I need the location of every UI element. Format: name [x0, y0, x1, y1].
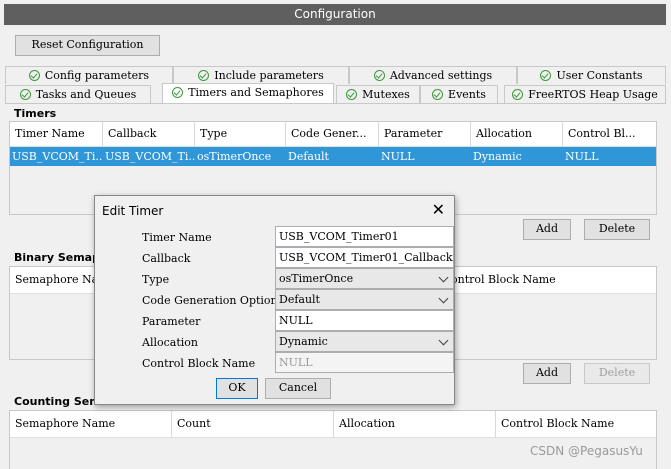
timers-group-title: Timers [14, 107, 57, 120]
col-code-generation: Code Gener... [286, 122, 379, 146]
check-circle-icon [346, 89, 358, 100]
title-bar: Configuration [0, 0, 671, 29]
tab-timers-and-semaphores[interactable]: Timers and Semaphores [162, 83, 334, 104]
tab-config-parameters[interactable]: Config parameters [5, 66, 173, 84]
window-title: Configuration [4, 4, 666, 25]
col-semaphore-name: Semaphore Name [10, 411, 172, 437]
check-circle-icon [28, 70, 40, 81]
col-semaphore-name: Semaphore Nam [15, 273, 95, 286]
binary-semaphores-group-title: Binary Semaphores [14, 251, 104, 264]
cell-timer-name: USB_VCOM_Ti... [12, 150, 103, 163]
watermark: CSDN @PegasusYu [530, 444, 643, 458]
cell-code-generation: Default [288, 150, 329, 163]
chevron-down-icon [438, 272, 449, 283]
label-code-generation-option: Code Generation Option [142, 294, 278, 307]
label-type: Type [142, 273, 170, 286]
chevron-down-icon [438, 293, 449, 304]
binary-semaphores-add-button[interactable]: Add [523, 363, 571, 384]
type-select[interactable]: osTimerOnce [275, 268, 454, 289]
timers-table-header: Timer Name Callback Type Code Gener... P… [10, 122, 656, 147]
col-allocation: Allocation [471, 122, 563, 146]
col-callback: Callback [103, 122, 195, 146]
chevron-down-icon [438, 335, 449, 346]
label-callback: Callback [142, 252, 191, 265]
check-circle-icon [172, 87, 184, 98]
counting-semaphores-header: Semaphore Name Count Allocation Control … [10, 411, 656, 438]
cell-callback: USB_VCOM_Ti... [105, 150, 195, 163]
timers-add-button[interactable]: Add [523, 219, 571, 240]
timer-name-input[interactable]: USB_VCOM_Timer01 [275, 226, 454, 247]
allocation-select[interactable]: Dynamic [275, 331, 454, 352]
col-control-block-name: Control Block Name [501, 417, 615, 430]
check-circle-icon [512, 89, 524, 100]
type-select-value: osTimerOnce [279, 272, 354, 285]
callback-input[interactable]: USB_VCOM_Timer01_Callback01 [275, 247, 454, 268]
label-allocation: Allocation [142, 336, 198, 349]
cell-parameter: NULL [381, 150, 415, 163]
tab-user-constants[interactable]: User Constants [517, 66, 666, 84]
col-allocation: Allocation [334, 411, 496, 437]
dialog-title: Edit Timer [102, 204, 164, 218]
label-timer-name: Timer Name [142, 231, 212, 244]
col-control-block: Control Bl... [568, 127, 636, 140]
code-generation-select-value: Default [279, 293, 320, 306]
timers-delete-button[interactable]: Delete [584, 219, 650, 240]
label-parameter: Parameter [142, 315, 201, 328]
check-circle-icon [432, 89, 444, 100]
cancel-button[interactable]: Cancel [265, 378, 331, 399]
tab-advanced-settings[interactable]: Advanced settings [349, 66, 517, 84]
col-parameter: Parameter [379, 122, 471, 146]
cell-type: osTimerOnce [197, 150, 272, 163]
col-count: Count [172, 411, 334, 437]
check-circle-icon [540, 70, 552, 81]
close-icon[interactable]: ✕ [432, 200, 445, 219]
binary-semaphores-delete-button[interactable]: Delete [584, 363, 650, 384]
col-timer-name: Timer Name [10, 122, 103, 146]
table-row[interactable]: USB_VCOM_Ti... USB_VCOM_Ti... osTimerOnc… [10, 147, 656, 166]
counting-semaphores-table[interactable]: Semaphore Name Count Allocation Control … [9, 410, 657, 469]
allocation-select-value: Dynamic [279, 335, 328, 348]
cell-control-block: NULL [565, 150, 599, 163]
reset-configuration-button[interactable]: Reset Configuration [15, 35, 160, 56]
check-circle-icon [19, 89, 31, 100]
tab-events[interactable]: Events [420, 85, 498, 103]
check-circle-icon [373, 70, 385, 81]
check-circle-icon [198, 70, 210, 81]
col-control-block-name: ontrol Block Name [451, 273, 556, 286]
ok-button[interactable]: OK [216, 378, 258, 399]
cell-allocation: Dynamic [473, 150, 522, 163]
label-control-block-name: Control Block Name [142, 357, 256, 370]
control-block-name-input[interactable]: NULL [275, 352, 454, 373]
tab-include-parameters[interactable]: Include parameters [173, 66, 349, 84]
code-generation-select[interactable]: Default [275, 289, 454, 310]
tab-freertos-heap-usage[interactable]: FreeRTOS Heap Usage [504, 85, 666, 103]
col-type: Type [195, 122, 286, 146]
parameter-input[interactable]: NULL [275, 310, 454, 331]
tab-mutexes[interactable]: Mutexes [336, 85, 420, 103]
counting-semaphores-group-title: Counting Semaphores [14, 395, 94, 408]
tab-tasks-and-queues[interactable]: Tasks and Queues [5, 85, 151, 103]
edit-timer-dialog: Edit Timer ✕ Timer Name USB_VCOM_Timer01… [94, 195, 455, 405]
